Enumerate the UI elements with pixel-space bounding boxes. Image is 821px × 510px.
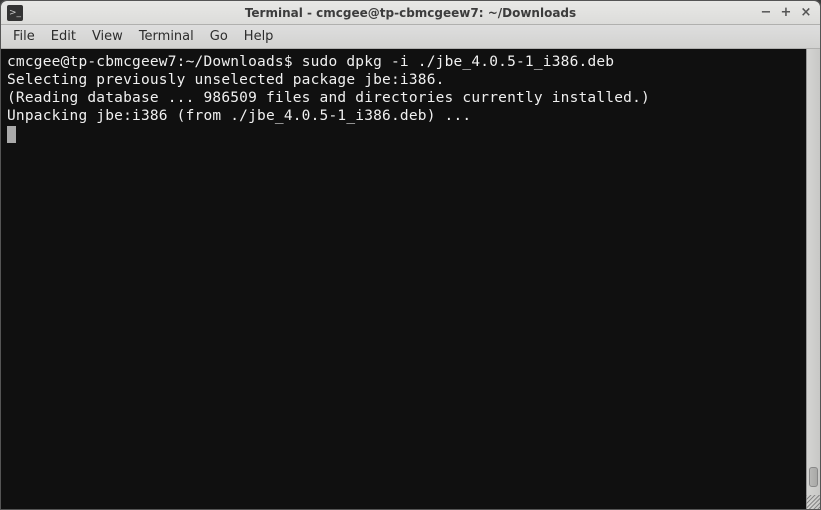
scrollbar-handle[interactable] <box>809 467 818 487</box>
output-line: (Reading database ... 986509 files and d… <box>7 90 650 106</box>
output-line: Unpacking jbe:i386 (from ./jbe_4.0.5-1_i… <box>7 108 471 124</box>
menu-file[interactable]: File <box>5 27 43 46</box>
menubar: File Edit View Terminal Go Help <box>1 25 820 49</box>
window-title: Terminal - cmcgee@tp-cbmcgeew7: ~/Downlo… <box>1 6 820 20</box>
terminal-app-icon: >_ <box>7 5 23 21</box>
titlebar[interactable]: >_ Terminal - cmcgee@tp-cbmcgeew7: ~/Dow… <box>1 1 820 25</box>
close-button[interactable]: × <box>798 5 814 21</box>
terminal-area: cmcgee@tp-cbmcgeew7:~/Downloads$ sudo dp… <box>1 49 820 509</box>
maximize-button[interactable]: + <box>778 5 794 21</box>
menu-go[interactable]: Go <box>202 27 236 46</box>
menu-edit[interactable]: Edit <box>43 27 84 46</box>
prompt: cmcgee@tp-cbmcgeew7:~/Downloads$ <box>7 54 302 70</box>
menu-view[interactable]: View <box>84 27 131 46</box>
scrollbar[interactable] <box>806 49 820 509</box>
command-text: sudo dpkg -i ./jbe_4.0.5-1_i386.deb <box>302 54 615 70</box>
output-line: Selecting previously unselected package … <box>7 72 445 88</box>
cursor <box>7 126 16 143</box>
menu-help[interactable]: Help <box>236 27 282 46</box>
resize-grip-icon[interactable] <box>806 495 820 509</box>
minimize-button[interactable]: − <box>758 5 774 21</box>
window-controls: − + × <box>758 5 820 21</box>
menu-terminal[interactable]: Terminal <box>131 27 202 46</box>
terminal-content[interactable]: cmcgee@tp-cbmcgeew7:~/Downloads$ sudo dp… <box>1 49 806 509</box>
